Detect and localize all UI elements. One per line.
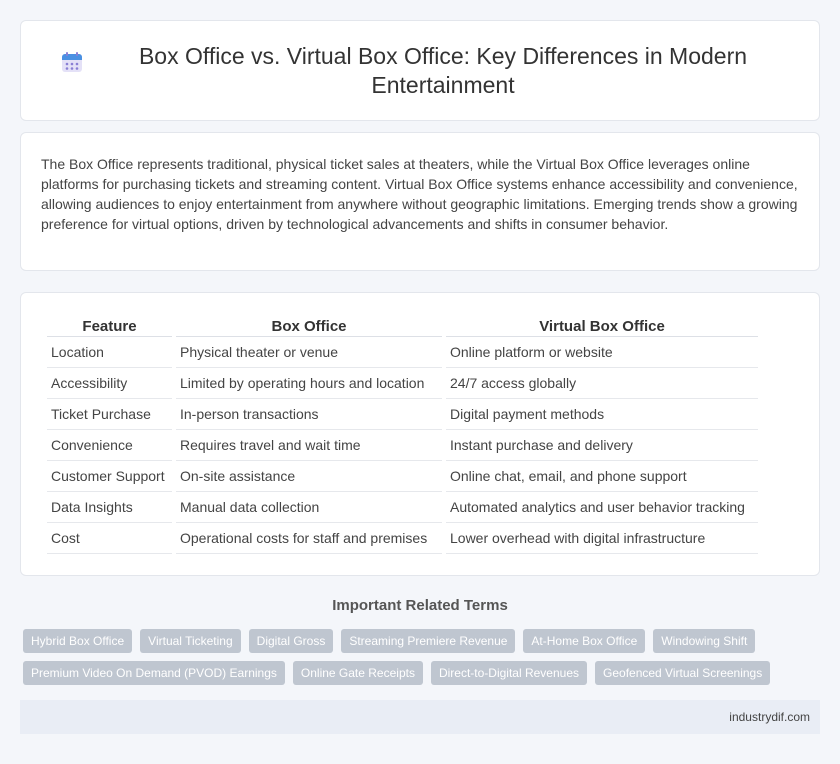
- title-card: Box Office vs. Virtual Box Office: Key D…: [20, 20, 820, 121]
- cell-box-office: On-site assistance: [176, 461, 442, 492]
- table-row: Accessibility Limited by operating hours…: [47, 368, 758, 399]
- cell-virtual: 24/7 access globally: [446, 368, 758, 399]
- tag-hybrid-box-office[interactable]: Hybrid Box Office: [23, 629, 133, 653]
- table-row: Cost Operational costs for staff and pre…: [47, 523, 758, 554]
- table-row: Location Physical theater or venue Onlin…: [47, 337, 758, 368]
- cell-feature: Location: [47, 337, 172, 368]
- tag-digital-gross[interactable]: Digital Gross: [248, 629, 334, 653]
- intro-text: The Box Office represents traditional, p…: [41, 156, 798, 232]
- title-wrap: Box Office vs. Virtual Box Office: Key D…: [60, 42, 780, 100]
- cell-feature: Accessibility: [47, 368, 172, 399]
- related-terms-tags: Hybrid Box Office Virtual Ticketing Digi…: [23, 629, 823, 693]
- table-row: Data Insights Manual data collection Aut…: [47, 492, 758, 523]
- cell-box-office: Limited by operating hours and location: [176, 368, 442, 399]
- cell-feature: Convenience: [47, 430, 172, 461]
- cell-box-office: In-person transactions: [176, 399, 442, 430]
- tag-online-gate-receipts[interactable]: Online Gate Receipts: [292, 661, 423, 685]
- tag-row: Premium Video On Demand (PVOD) Earnings …: [23, 661, 823, 685]
- related-terms-title: Important Related Terms: [332, 597, 508, 614]
- tag-windowing-shift[interactable]: Windowing Shift: [653, 629, 756, 653]
- tag-streaming-premiere-revenue[interactable]: Streaming Premiere Revenue: [341, 629, 516, 653]
- footer-site-link[interactable]: industrydif.com: [729, 710, 810, 724]
- table-header-row: Feature Box Office Virtual Box Office: [47, 315, 758, 337]
- cell-feature: Ticket Purchase: [47, 399, 172, 430]
- cell-box-office: Physical theater or venue: [176, 337, 442, 368]
- header-virtual-box-office: Virtual Box Office: [446, 315, 758, 337]
- intro-card: The Box Office represents traditional, p…: [20, 132, 820, 271]
- cell-virtual: Online chat, email, and phone support: [446, 461, 758, 492]
- cell-box-office: Operational costs for staff and premises: [176, 523, 442, 554]
- cell-feature: Data Insights: [47, 492, 172, 523]
- tag-pvod-earnings[interactable]: Premium Video On Demand (PVOD) Earnings: [23, 661, 285, 685]
- tag-virtual-ticketing[interactable]: Virtual Ticketing: [140, 629, 241, 653]
- tag-direct-to-digital-revenues[interactable]: Direct-to-Digital Revenues: [430, 661, 588, 685]
- comparison-card: Feature Box Office Virtual Box Office Lo…: [20, 292, 820, 576]
- tag-geofenced-virtual-screenings[interactable]: Geofenced Virtual Screenings: [595, 661, 771, 685]
- cell-virtual: Digital payment methods: [446, 399, 758, 430]
- cell-virtual: Lower overhead with digital infrastructu…: [446, 523, 758, 554]
- calendar-icon: [62, 51, 82, 72]
- header-box-office: Box Office: [176, 315, 442, 337]
- header-feature: Feature: [47, 315, 172, 337]
- tag-row: Hybrid Box Office Virtual Ticketing Digi…: [23, 629, 823, 653]
- cell-virtual: Instant purchase and delivery: [446, 430, 758, 461]
- cell-virtual: Automated analytics and user behavior tr…: [446, 492, 758, 523]
- cell-feature: Cost: [47, 523, 172, 554]
- table-row: Convenience Requires travel and wait tim…: [47, 430, 758, 461]
- table-row: Customer Support On-site assistance Onli…: [47, 461, 758, 492]
- cell-box-office: Requires travel and wait time: [176, 430, 442, 461]
- footer: industrydif.com: [20, 700, 820, 734]
- cell-feature: Customer Support: [47, 461, 172, 492]
- table-row: Ticket Purchase In-person transactions D…: [47, 399, 758, 430]
- tag-at-home-box-office[interactable]: At-Home Box Office: [523, 629, 646, 653]
- comparison-table: Feature Box Office Virtual Box Office Lo…: [43, 315, 762, 554]
- page-title: Box Office vs. Virtual Box Office: Key D…: [138, 42, 748, 98]
- cell-virtual: Online platform or website: [446, 337, 758, 368]
- cell-box-office: Manual data collection: [176, 492, 442, 523]
